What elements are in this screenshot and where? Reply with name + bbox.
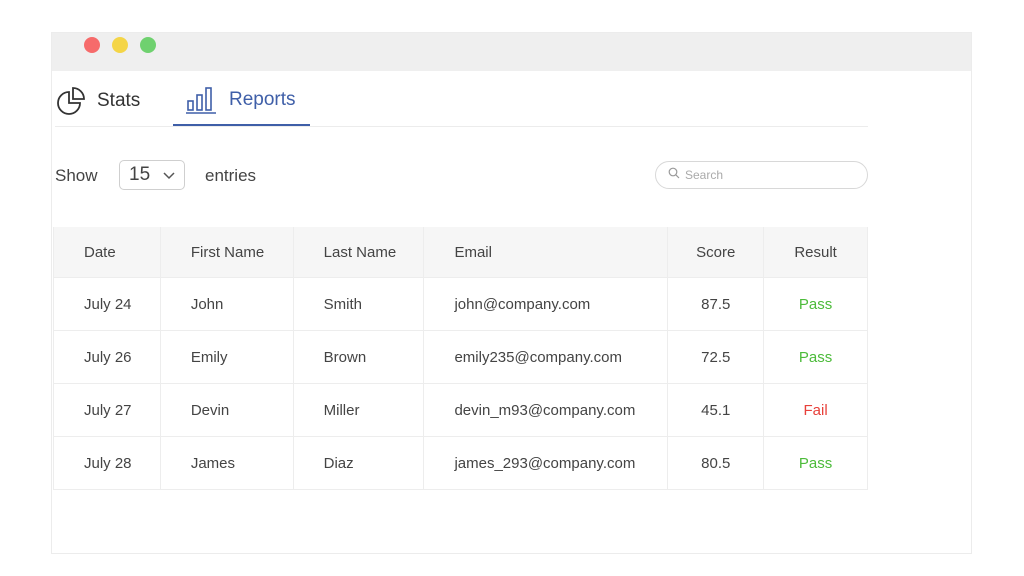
table-row[interactable]: July 24 John Smith john@company.com 87.5… (53, 277, 868, 331)
cell-result: Pass (763, 436, 868, 490)
cell-date: July 26 (53, 330, 161, 384)
reports-table: Date First Name Last Name Email Score Re… (53, 227, 868, 490)
table-controls: Show 15 entries (55, 160, 868, 194)
cell-result: Fail (763, 383, 868, 437)
column-header-date[interactable]: Date (53, 227, 161, 278)
column-header-score[interactable]: Score (667, 227, 765, 278)
search-icon (668, 166, 680, 184)
cell-score: 87.5 (667, 277, 765, 331)
tab-stats[interactable]: Stats (55, 76, 140, 125)
cell-date: July 24 (53, 277, 161, 331)
search-box[interactable] (655, 161, 868, 189)
column-header-email[interactable]: Email (423, 227, 669, 278)
entries-label: entries (205, 166, 257, 185)
cell-first-name: James (160, 436, 294, 490)
cell-last-name: Diaz (293, 436, 425, 490)
cell-email: john@company.com (423, 277, 669, 331)
close-window-button[interactable] (84, 37, 100, 53)
cell-last-name: Smith (293, 277, 425, 331)
cell-first-name: Devin (160, 383, 294, 437)
pie-chart-icon (55, 85, 87, 117)
search-input[interactable] (685, 168, 855, 182)
cell-result: Pass (763, 277, 868, 331)
entries-select-value: 15 (129, 164, 151, 185)
maximize-window-button[interactable] (140, 37, 156, 53)
column-header-result[interactable]: Result (763, 227, 868, 278)
cell-email: emily235@company.com (423, 330, 669, 384)
cell-date: July 28 (53, 436, 161, 490)
cell-email: james_293@company.com (423, 436, 669, 490)
cell-last-name: Brown (293, 330, 425, 384)
cell-score: 45.1 (667, 383, 765, 437)
cell-first-name: Emily (160, 330, 294, 384)
cell-first-name: John (160, 277, 294, 331)
cell-score: 80.5 (667, 436, 765, 490)
tab-reports[interactable]: Reports (173, 76, 310, 126)
table-header-row: Date First Name Last Name Email Score Re… (53, 227, 868, 278)
cell-score: 72.5 (667, 330, 765, 384)
bar-chart-icon (185, 85, 219, 115)
cell-email: devin_m93@company.com (423, 383, 669, 437)
chevron-down-icon (162, 164, 176, 186)
tab-stats-label: Stats (97, 89, 141, 111)
table-row[interactable]: July 27 Devin Miller devin_m93@company.c… (53, 383, 868, 437)
table-row[interactable]: July 26 Emily Brown emily235@company.com… (53, 330, 868, 384)
tab-reports-label: Reports (229, 89, 296, 110)
table-row[interactable]: July 28 James Diaz james_293@company.com… (53, 436, 868, 490)
show-label: Show (55, 166, 98, 185)
minimize-window-button[interactable] (112, 37, 128, 53)
cell-result: Pass (763, 330, 868, 384)
cell-last-name: Miller (293, 383, 425, 437)
column-header-first-name[interactable]: First Name (160, 227, 294, 278)
column-header-last-name[interactable]: Last Name (293, 227, 425, 278)
tab-bar: Stats Reports (55, 76, 868, 127)
window-titlebar (52, 33, 971, 71)
entries-select[interactable]: 15 (119, 160, 185, 190)
cell-date: July 27 (53, 383, 161, 437)
